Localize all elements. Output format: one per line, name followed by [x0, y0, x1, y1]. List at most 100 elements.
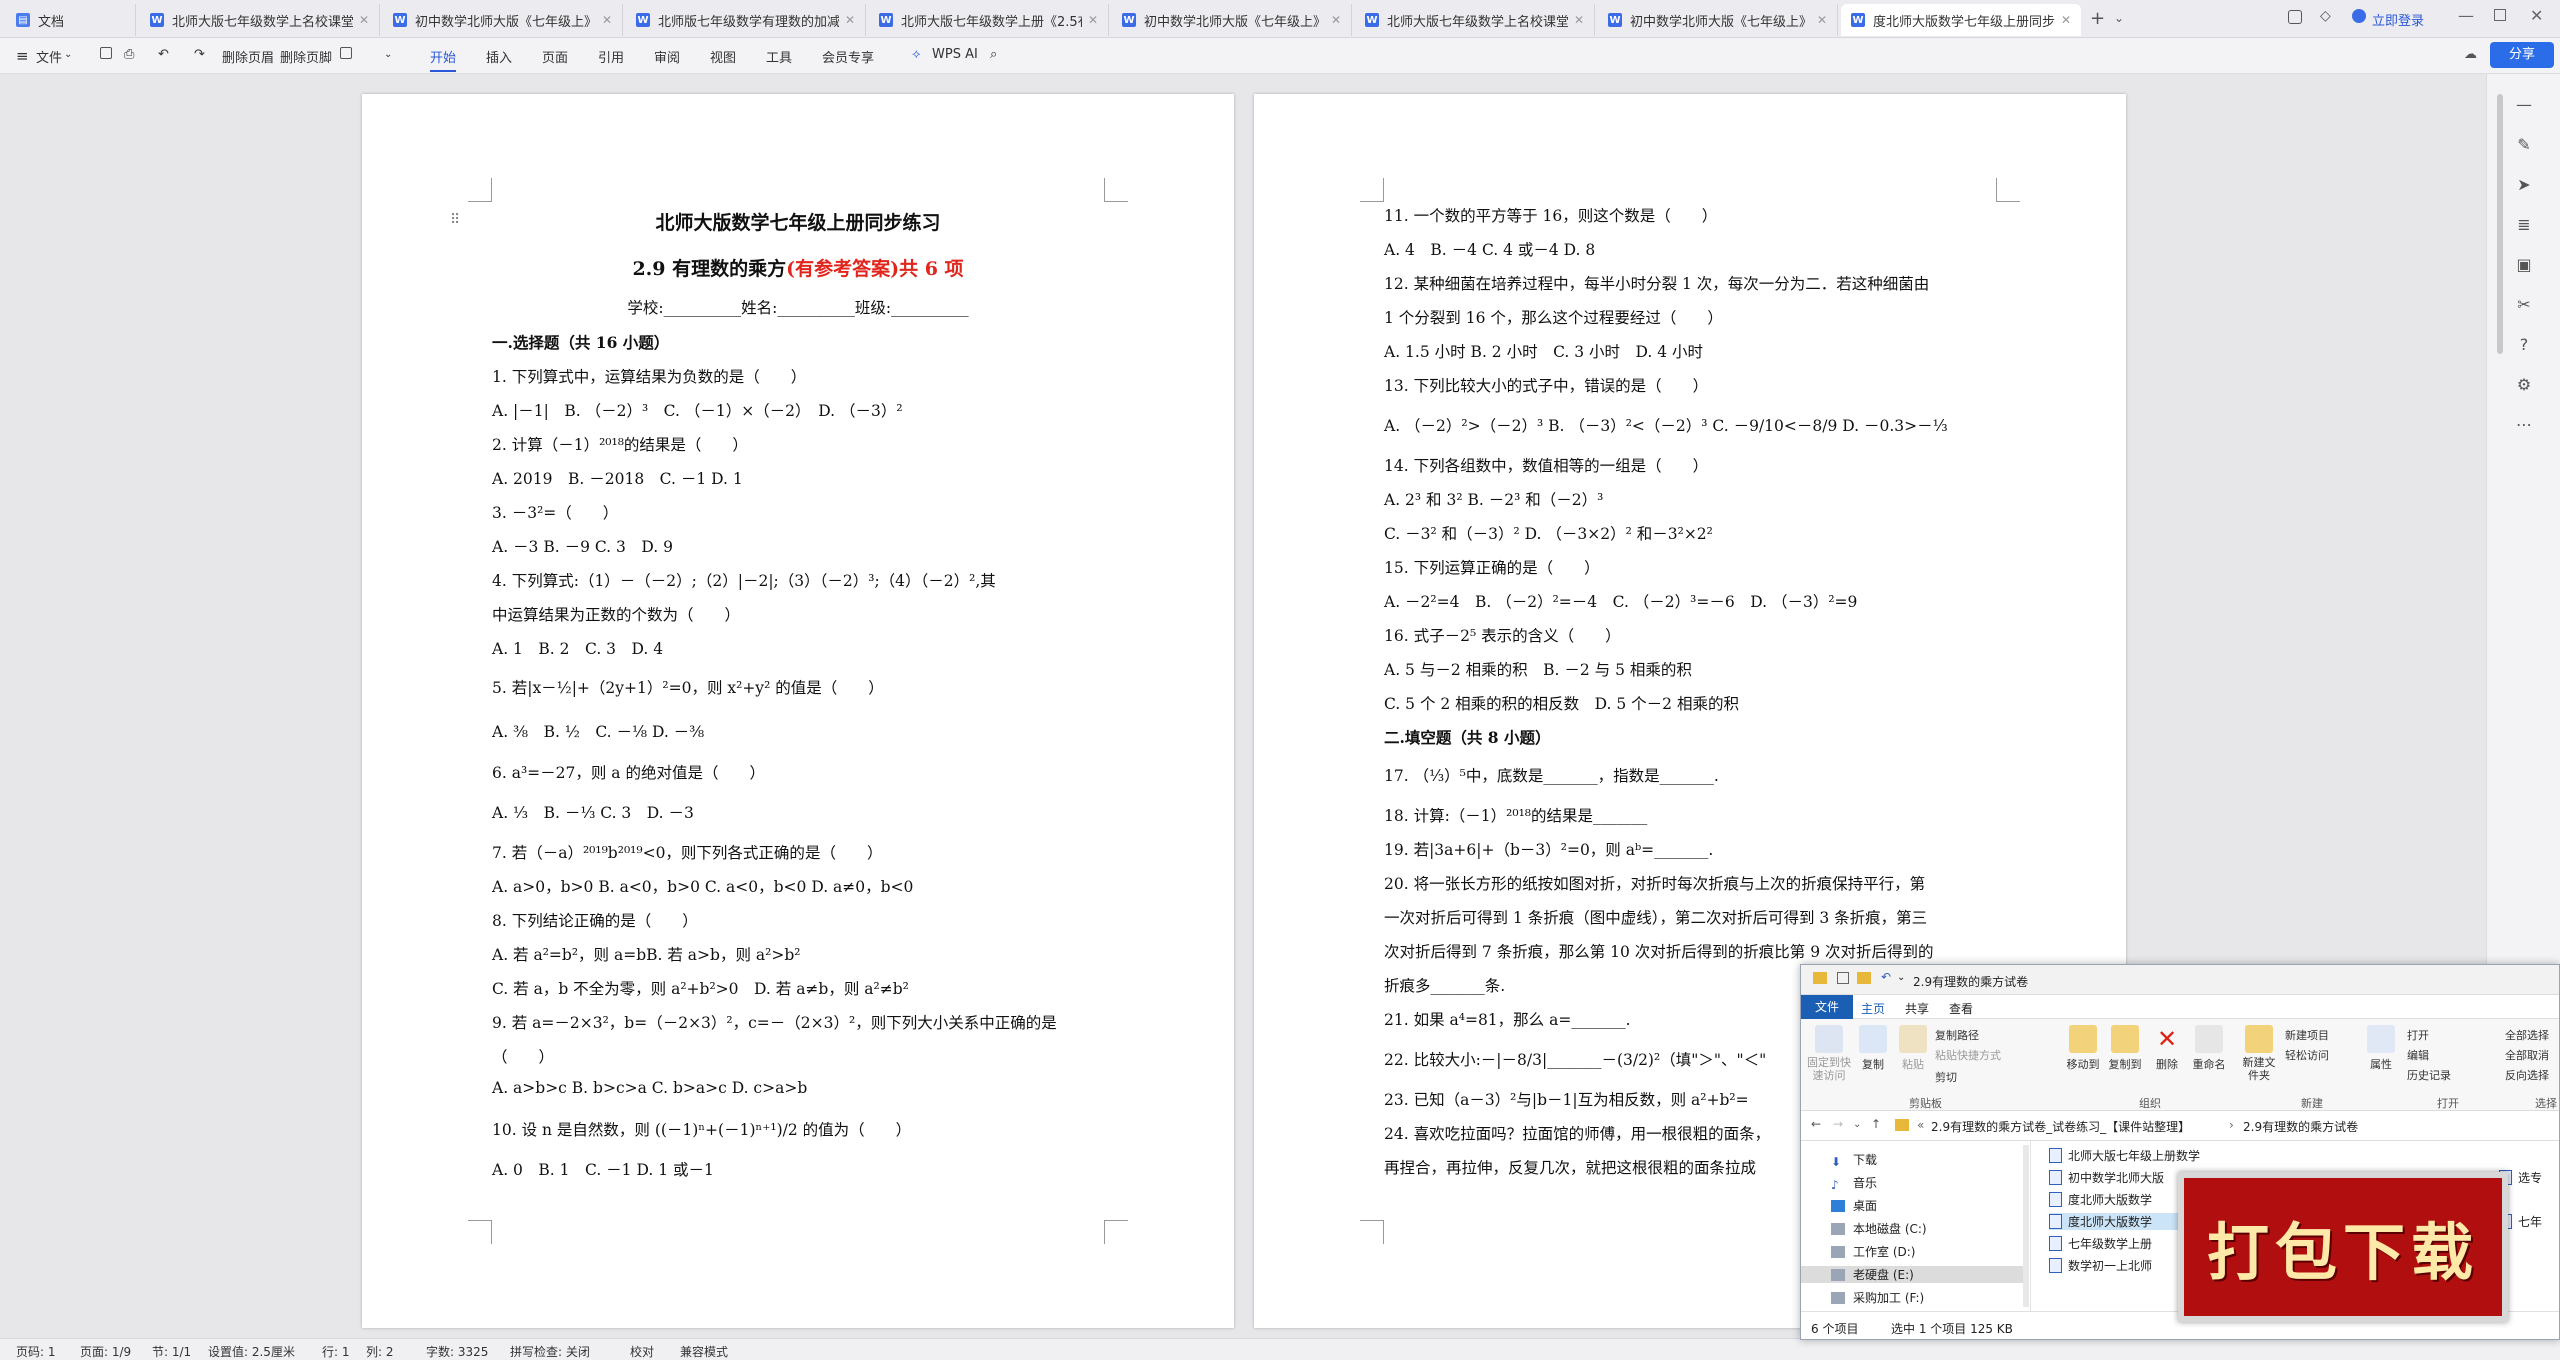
file-item[interactable]: 度北师大版数学: [2049, 1191, 2152, 1208]
tab-insert[interactable]: 插入: [486, 47, 512, 66]
edit-button[interactable]: 编辑: [2407, 1047, 2429, 1063]
close-icon[interactable]: ✕: [602, 13, 612, 27]
file-item-selected[interactable]: 度北师大版数学: [2049, 1213, 2193, 1230]
chevron-down-icon[interactable]: ⌄: [1897, 972, 1905, 983]
properties-icon[interactable]: [1837, 972, 1849, 984]
close-icon[interactable]: ✕: [1817, 13, 1827, 27]
ribbon-tab-file[interactable]: 文件: [1801, 995, 1854, 1019]
new-folder-button[interactable]: 新建文件夹: [2239, 1025, 2279, 1082]
invert-selection-button[interactable]: 反向选择: [2505, 1067, 2549, 1083]
ribbon-tab-share[interactable]: 共享: [1905, 1000, 1929, 1017]
tab-doc-7[interactable]: W 初中数学北师大版《七年级上》 ✕: [1598, 4, 1838, 36]
close-icon[interactable]: ✕: [1331, 13, 1341, 27]
close-icon[interactable]: ✕: [359, 13, 369, 27]
tab-doc-3[interactable]: W北师版七年级数学有理数的加减法练习✕: [626, 4, 866, 36]
close-icon[interactable]: ✕: [1088, 13, 1098, 27]
restore-icon[interactable]: [2494, 9, 2506, 21]
cut-button[interactable]: 剪切: [1935, 1069, 1957, 1085]
delete-footer-button[interactable]: 删除页脚: [280, 47, 332, 66]
file-item[interactable]: 北师大版七年级上册数学: [2049, 1147, 2200, 1164]
status-pages[interactable]: 页面: 1/9: [80, 1343, 131, 1360]
format-icon[interactable]: [340, 47, 352, 62]
status-compat-mode[interactable]: 兼容模式: [680, 1343, 728, 1360]
copy-to-button[interactable]: 复制到: [2105, 1025, 2145, 1072]
help-icon[interactable]: ?: [2513, 334, 2535, 356]
cloud-icon[interactable]: ☁: [2464, 47, 2477, 62]
tab-view[interactable]: 视图: [710, 47, 736, 66]
close-icon[interactable]: ✕: [845, 13, 855, 27]
back-arrow-icon[interactable]: ←: [1811, 1117, 1821, 1131]
history-button[interactable]: 历史记录: [2407, 1067, 2451, 1083]
copy-button[interactable]: 复制: [1855, 1025, 1891, 1072]
nav-item-drive-e[interactable]: 老硬盘 (E:): [1801, 1266, 2025, 1283]
nav-item-drive-d[interactable]: 工作室 (D:): [1831, 1243, 1915, 1260]
pen-icon[interactable]: ✎: [2513, 134, 2535, 156]
select-all-button[interactable]: 全部选择: [2505, 1027, 2549, 1043]
nav-item-drive-f[interactable]: 采购加工 (F:): [1831, 1289, 1924, 1306]
tools-icon[interactable]: ✂: [2513, 294, 2535, 316]
file-item[interactable]: 数学初一上北师: [2049, 1257, 2152, 1274]
save-icon[interactable]: [100, 47, 112, 62]
status-row[interactable]: 行: 1: [322, 1343, 350, 1360]
move-to-button[interactable]: 移动到: [2063, 1025, 2103, 1072]
open-button[interactable]: 打开: [2407, 1027, 2429, 1043]
file-item[interactable]: 初中数学北师大版: [2049, 1169, 2164, 1186]
new-tab-plus-icon[interactable]: +: [2090, 8, 2105, 29]
tab-tools[interactable]: 工具: [766, 47, 792, 66]
up-arrow-icon[interactable]: ↑: [1871, 1117, 1881, 1131]
wps-ai-button[interactable]: WPS AI: [932, 47, 978, 62]
avatar-icon[interactable]: [2352, 9, 2366, 23]
undo-icon[interactable]: ↶: [158, 47, 169, 62]
print-icon[interactable]: ⎙: [124, 47, 134, 62]
properties-button[interactable]: 属性: [2363, 1025, 2399, 1072]
easy-access-button[interactable]: 轻松访问: [2285, 1047, 2329, 1063]
breadcrumb-item[interactable]: 2.9有理数的乘方试卷: [2243, 1118, 2358, 1135]
status-spellcheck[interactable]: 拼写检查: 关闭: [510, 1343, 590, 1360]
status-section[interactable]: 节: 1/1: [152, 1343, 191, 1360]
file-menu[interactable]: 文件: [36, 47, 62, 66]
status-word-count[interactable]: 字数: 3325: [426, 1343, 488, 1360]
pin-quick-access-button[interactable]: 固定到快速访问: [1807, 1025, 1851, 1082]
pointer-icon[interactable]: ➤: [2513, 174, 2535, 196]
edit-box-icon[interactable]: ▣: [2513, 254, 2535, 276]
paste-shortcut-button[interactable]: 粘贴快捷方式: [1935, 1047, 2001, 1063]
tab-reference[interactable]: 引用: [598, 47, 624, 66]
copy-path-button[interactable]: 复制路径: [1935, 1027, 1979, 1043]
window-layout-icon[interactable]: [2288, 10, 2302, 24]
login-link[interactable]: 立即登录: [2372, 10, 2424, 29]
nav-item-drive-c[interactable]: 本地磁盘 (C:): [1831, 1220, 1927, 1237]
collapse-icon[interactable]: —: [2513, 94, 2535, 116]
wps-ai-icon[interactable]: ⟡: [912, 47, 921, 62]
delete-header-button[interactable]: 删除页眉: [222, 47, 274, 66]
nav-item-desktop[interactable]: 桌面: [1831, 1197, 1877, 1214]
tab-page[interactable]: 页面: [542, 47, 568, 66]
cube-icon[interactable]: ◇: [2320, 8, 2331, 24]
tab-home[interactable]: ▤ 文档: [6, 4, 136, 36]
undo-icon[interactable]: ↶: [1881, 970, 1891, 984]
vertical-scrollbar[interactable]: [2497, 94, 2503, 354]
share-button[interactable]: 分享: [2490, 42, 2554, 68]
more-chevron-icon[interactable]: ⌄: [384, 49, 392, 60]
new-item-button[interactable]: 新建项目: [2285, 1027, 2329, 1043]
status-page-number[interactable]: 页码: 1: [16, 1343, 56, 1360]
nav-item-music[interactable]: ♪ 音乐: [1831, 1174, 1877, 1192]
tab-doc-4[interactable]: W北师大版七年级数学上册《2.5有理✕: [869, 4, 1109, 36]
tab-doc-2[interactable]: W 初中数学北师大版《七年级上》 ✕: [383, 4, 623, 36]
recent-chevron-icon[interactable]: ⌄: [1853, 1119, 1861, 1130]
status-setting[interactable]: 设置值: 2.5厘米: [208, 1343, 295, 1360]
tab-doc-1[interactable]: W北师大版七年级数学上名校课堂练习✕: [140, 4, 380, 36]
close-icon[interactable]: ✕: [1574, 13, 1584, 27]
download-package-banner[interactable]: 打包下载: [2178, 1172, 2508, 1322]
nav-item-downloads[interactable]: ⬇ 下载: [1831, 1151, 1877, 1169]
new-folder-icon[interactable]: [1857, 972, 1871, 984]
forward-arrow-icon[interactable]: →: [1833, 1117, 1843, 1131]
tab-start[interactable]: 开始: [430, 47, 457, 72]
chevron-down-icon[interactable]: ⌄: [64, 49, 72, 60]
settings-icon[interactable]: ⚙: [2513, 374, 2535, 396]
rename-button[interactable]: 重命名: [2189, 1025, 2229, 1072]
ribbon-tab-view[interactable]: 查看: [1949, 1000, 1973, 1017]
minimize-icon[interactable]: —: [2458, 6, 2474, 25]
paste-button[interactable]: 粘贴: [1895, 1025, 1931, 1072]
select-none-button[interactable]: 全部取消: [2505, 1047, 2549, 1063]
search-icon[interactable]: ⌕: [990, 47, 997, 62]
